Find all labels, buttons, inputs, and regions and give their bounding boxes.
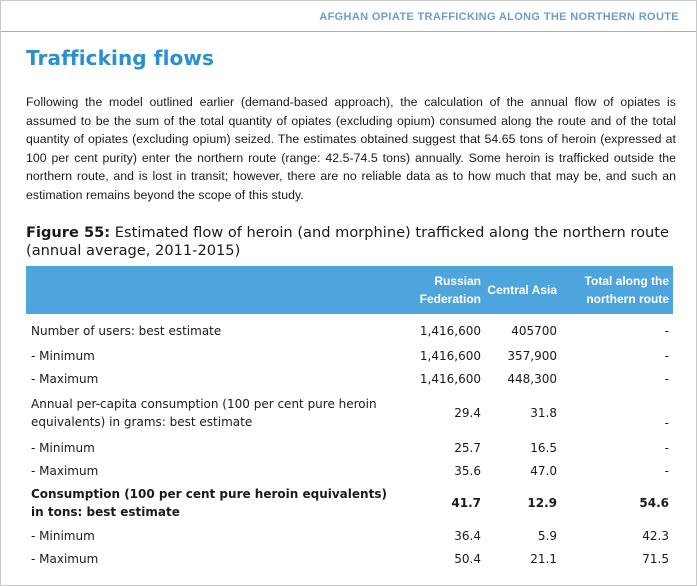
column-header-total: Total along the northern route bbox=[561, 266, 673, 314]
cell-russian-federation: 35.6 bbox=[454, 463, 481, 478]
table-row: - Maximum 1,416,600 448,300 - bbox=[26, 367, 673, 390]
cell-total: 54.6 bbox=[639, 496, 669, 510]
body-paragraph: Following the model outlined earlier (de… bbox=[26, 95, 676, 202]
cell-central-asia: 12.9 bbox=[527, 496, 557, 510]
row-label: Number of users: best estimate bbox=[31, 324, 222, 338]
table-row: - Minimum 36.4 5.9 42.3 bbox=[26, 524, 673, 547]
cell-total: - bbox=[664, 440, 669, 455]
figure-title-text: Estimated flow of heroin (and morphine) … bbox=[26, 224, 669, 259]
cell-russian-federation: 25.7 bbox=[454, 440, 481, 455]
table-row: - Minimum 1,416,600 357,900 - bbox=[26, 344, 673, 367]
table-row: - Maximum 50.4 21.1 71.5 bbox=[26, 547, 673, 570]
cell-central-asia: 357,900 bbox=[507, 348, 557, 363]
cell-central-asia: 21.1 bbox=[530, 551, 557, 566]
cell-russian-federation: 29.4 bbox=[454, 406, 481, 420]
section-title: Trafficking flows bbox=[26, 46, 214, 70]
cell-central-asia: 5.9 bbox=[537, 528, 557, 543]
row-label: - Minimum bbox=[31, 440, 95, 455]
heroin-flow-table: Russian Federation Central Asia Total al… bbox=[26, 266, 673, 570]
cell-central-asia: 31.8 bbox=[530, 406, 557, 420]
table-row: - Maximum 35.6 47.0 - bbox=[26, 459, 673, 482]
cell-total: 42.3 bbox=[642, 528, 669, 543]
document-page: AFGHAN OPIATE TRAFFICKING ALONG THE NORT… bbox=[0, 0, 697, 586]
cell-russian-federation: 1,416,600 bbox=[419, 371, 481, 386]
table-row: Number of users: best estimate 1,416,600… bbox=[26, 314, 673, 344]
row-label: - Minimum bbox=[31, 528, 95, 543]
row-label: Consumption (100 per cent pure heroin eq… bbox=[31, 487, 387, 519]
table-row: Annual per-capita consumption (100 per c… bbox=[26, 390, 673, 436]
running-head: AFGHAN OPIATE TRAFFICKING ALONG THE NORT… bbox=[319, 11, 679, 23]
figure-caption: Figure 55: Estimated flow of heroin (and… bbox=[26, 224, 676, 260]
cell-total: - bbox=[664, 416, 669, 430]
cell-total: - bbox=[664, 324, 669, 338]
figure-number: Figure 55: bbox=[26, 224, 111, 241]
cell-total: - bbox=[664, 348, 669, 363]
column-header-russian-federation: Russian Federation bbox=[396, 266, 485, 314]
row-label: Annual per-capita consumption (100 per c… bbox=[31, 397, 377, 429]
cell-central-asia: 405700 bbox=[511, 324, 557, 338]
cell-russian-federation: 1,416,600 bbox=[419, 348, 481, 363]
row-label: - Minimum bbox=[31, 348, 95, 363]
column-header-label bbox=[26, 266, 396, 314]
table-row: - Minimum 25.7 16.5 - bbox=[26, 436, 673, 459]
cell-russian-federation: 36.4 bbox=[454, 528, 481, 543]
row-label: - Maximum bbox=[31, 371, 99, 386]
table-header-row: Russian Federation Central Asia Total al… bbox=[26, 266, 673, 314]
cell-total: - bbox=[664, 371, 669, 386]
cell-central-asia: 16.5 bbox=[530, 440, 557, 455]
cell-central-asia: 448,300 bbox=[507, 371, 557, 386]
cell-russian-federation: 1,416,600 bbox=[419, 324, 481, 338]
cell-central-asia: 47.0 bbox=[530, 463, 557, 478]
column-header-central-asia: Central Asia bbox=[485, 266, 561, 314]
row-label: - Maximum bbox=[31, 463, 99, 478]
cell-russian-federation: 50.4 bbox=[454, 551, 481, 566]
cell-total: - bbox=[664, 463, 669, 478]
cell-russian-federation: 41.7 bbox=[451, 496, 481, 510]
cell-total: 71.5 bbox=[642, 551, 669, 566]
header-rule bbox=[1, 31, 696, 32]
table-row: Consumption (100 per cent pure heroin eq… bbox=[26, 482, 673, 524]
row-label: - Maximum bbox=[31, 551, 99, 566]
